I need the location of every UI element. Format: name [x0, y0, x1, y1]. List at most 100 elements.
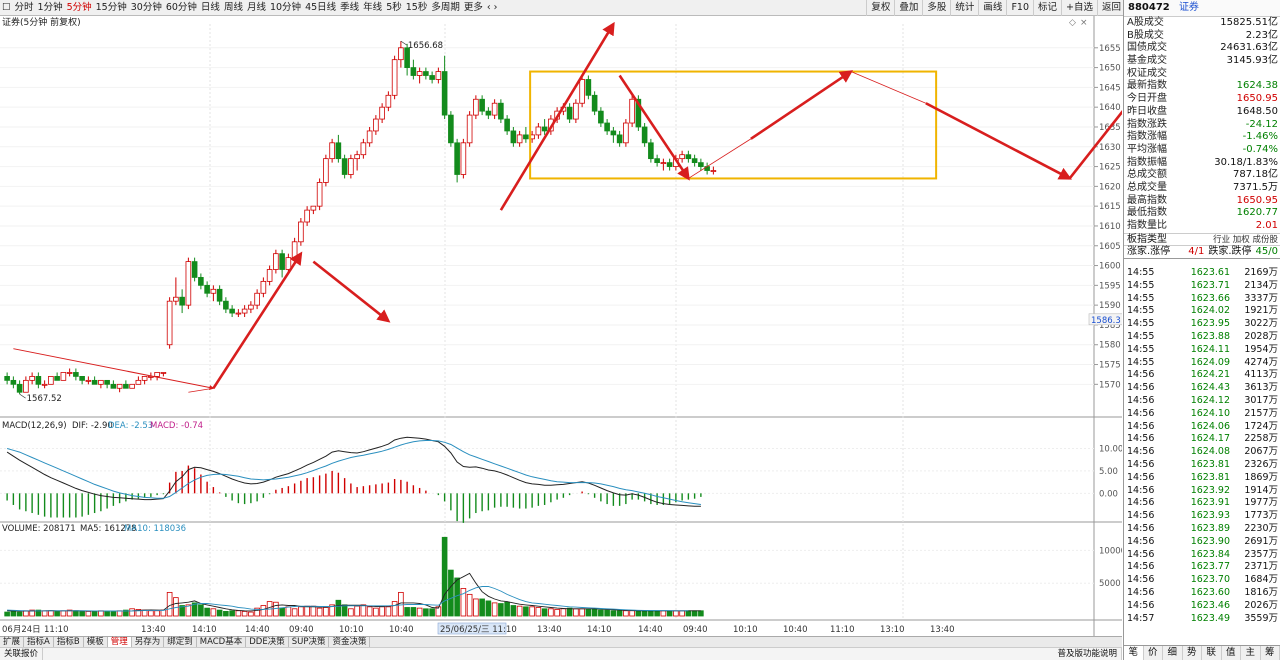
toolbar-button[interactable]: 返回 [1096, 0, 1125, 16]
menu-box-icon[interactable]: ☐ [0, 0, 13, 16]
volume-bar [635, 610, 642, 617]
tick-row: 14:55 1623.88 2028万 [1124, 331, 1280, 344]
volume-bar [104, 611, 110, 617]
time-axis-label: 10:10 [339, 625, 364, 635]
indicator-tab[interactable]: MACD基本 [197, 637, 247, 647]
toolbar-button[interactable]: 统计 [950, 0, 978, 16]
tick-time: 14:55 [1127, 318, 1155, 330]
volume-bar [660, 610, 667, 617]
candle-body [410, 67, 417, 76]
candle-body [323, 158, 329, 183]
period-tab[interactable]: 分时 [13, 0, 36, 16]
indicator-tab[interactable]: 指标A [24, 637, 54, 647]
index-type-options[interactable]: 行业 加权 成份股 [1213, 234, 1278, 245]
period-tab[interactable]: 15分钟 [94, 0, 129, 16]
indicator-tab[interactable]: 绑定到 [164, 637, 197, 647]
trend-arrow [212, 251, 303, 389]
panel-tab[interactable]: 势 [1183, 646, 1202, 660]
indicator-tab[interactable]: 管理 [107, 637, 132, 647]
period-tab[interactable]: 1分钟 [36, 0, 65, 16]
tick-row: 14:56 1624.17 2258万 [1124, 433, 1280, 446]
candle-body [241, 308, 248, 314]
period-tab[interactable]: 45日线 [303, 0, 338, 16]
panel-tab[interactable]: 细 [1163, 646, 1183, 660]
panel-tab[interactable]: 价 [1144, 646, 1163, 660]
panel-tab[interactable]: 筹 [1261, 646, 1280, 660]
candle-body [91, 379, 98, 385]
volume-bar [385, 606, 392, 617]
tick-price: 1623.71 [1190, 279, 1230, 291]
candle-body [360, 142, 367, 156]
volume-bar [260, 605, 267, 617]
toolbar-button[interactable]: 画线 [978, 0, 1006, 16]
period-tab[interactable]: 60分钟 [164, 0, 199, 16]
decline-label: 跌家.跌停 [1208, 245, 1252, 257]
candle-body [691, 158, 698, 164]
tick-time: 14:56 [1127, 535, 1155, 547]
indicator-tab[interactable]: 扩展 [0, 637, 25, 647]
volume-bar [154, 610, 160, 617]
period-tab[interactable]: 年线 [361, 0, 384, 16]
toolbar-button[interactable]: 复权 [866, 0, 894, 16]
candle-body [198, 277, 204, 286]
stat-label: B股成交 [1127, 29, 1164, 41]
period-tab[interactable]: 10分钟 [268, 0, 303, 16]
panel-tab[interactable]: 笔 [1124, 646, 1144, 660]
tick-row: 14:56 1623.77 2371万 [1124, 561, 1280, 574]
tick-row: 14:55 1624.02 1921万 [1124, 305, 1280, 318]
period-tab[interactable]: 更多 [462, 0, 485, 16]
candle-body [73, 372, 79, 377]
chart-title: 证券(5分钟 前复权) [2, 16, 81, 28]
period-tab[interactable]: 季线 [338, 0, 361, 16]
indicator-tab[interactable]: 指标B [54, 637, 84, 647]
indicator-tab[interactable]: 资金决策 [329, 637, 371, 647]
volume-bar [160, 609, 167, 617]
candle-body [385, 94, 392, 108]
time-axis-label: 14:10 [192, 625, 217, 635]
volume-bar [498, 603, 504, 617]
indicator-tab[interactable]: 模板 [84, 637, 108, 647]
candle-body [479, 98, 485, 112]
indicator-tab[interactable]: 另存为 [132, 637, 165, 647]
period-tab[interactable]: 周线 [222, 0, 245, 16]
kline-chart-area[interactable]: 1570 1575 1580 1585 1590 1595 1600 1605 1610 1615… [0, 16, 1147, 636]
indicator-tab[interactable]: DDE决策 [246, 637, 289, 647]
period-tab[interactable]: 多周期 [429, 0, 462, 16]
panel-tab[interactable]: 值 [1222, 646, 1241, 660]
volume-bar [616, 610, 623, 617]
stat-label: 总成交额 [1127, 169, 1167, 181]
candle-body [441, 71, 448, 116]
tick-list[interactable]: 14:55 1623.61 2169万 14:55 1623.71 2134万 14:55 1… [1124, 267, 1280, 625]
panel-tab[interactable]: 联 [1202, 646, 1222, 660]
period-tab[interactable]: 5分钟 [65, 0, 94, 16]
tick-price: 1623.91 [1190, 497, 1230, 509]
stat-label: 指数量比 [1127, 220, 1167, 231]
period-tab[interactable]: 5秒 [384, 0, 404, 16]
period-tab[interactable]: 月线 [245, 0, 268, 16]
status-help-link[interactable]: 普及版功能说明 [1053, 648, 1122, 660]
indicator-tab[interactable]: SUP决策 [289, 637, 330, 647]
period-tab[interactable]: 15秒 [404, 0, 430, 16]
toolbar-button[interactable]: 多股 [922, 0, 950, 16]
candle-body [166, 300, 173, 346]
toolbar-button[interactable]: 标记 [1033, 0, 1061, 16]
candle-body [254, 292, 260, 306]
tick-row: 14:55 1624.09 4274万 [1124, 357, 1280, 370]
stat-label: 今日开盘 [1127, 93, 1167, 105]
period-tab[interactable]: 30分钟 [129, 0, 164, 16]
toolbar-button[interactable]: F10 [1006, 0, 1033, 16]
toolbar-button[interactable]: +自选 [1061, 0, 1097, 16]
status-related-quote[interactable]: 关联报价 [0, 648, 44, 660]
tick-price: 1624.09 [1190, 356, 1230, 368]
volume-bar [698, 610, 704, 617]
candle-body [279, 253, 285, 270]
candle-body [154, 372, 160, 377]
volume-bar [166, 591, 173, 617]
stat-value: -1.46% [1242, 131, 1278, 143]
period-tab[interactable]: 日线 [199, 0, 222, 16]
panel-tab[interactable]: 主 [1241, 646, 1261, 660]
index-name[interactable]: 证券 [1179, 2, 1199, 13]
toolbar-button[interactable]: 叠加 [894, 0, 922, 16]
more-arrow-icon[interactable]: ‹ › [485, 0, 500, 16]
candle-body [591, 94, 598, 112]
